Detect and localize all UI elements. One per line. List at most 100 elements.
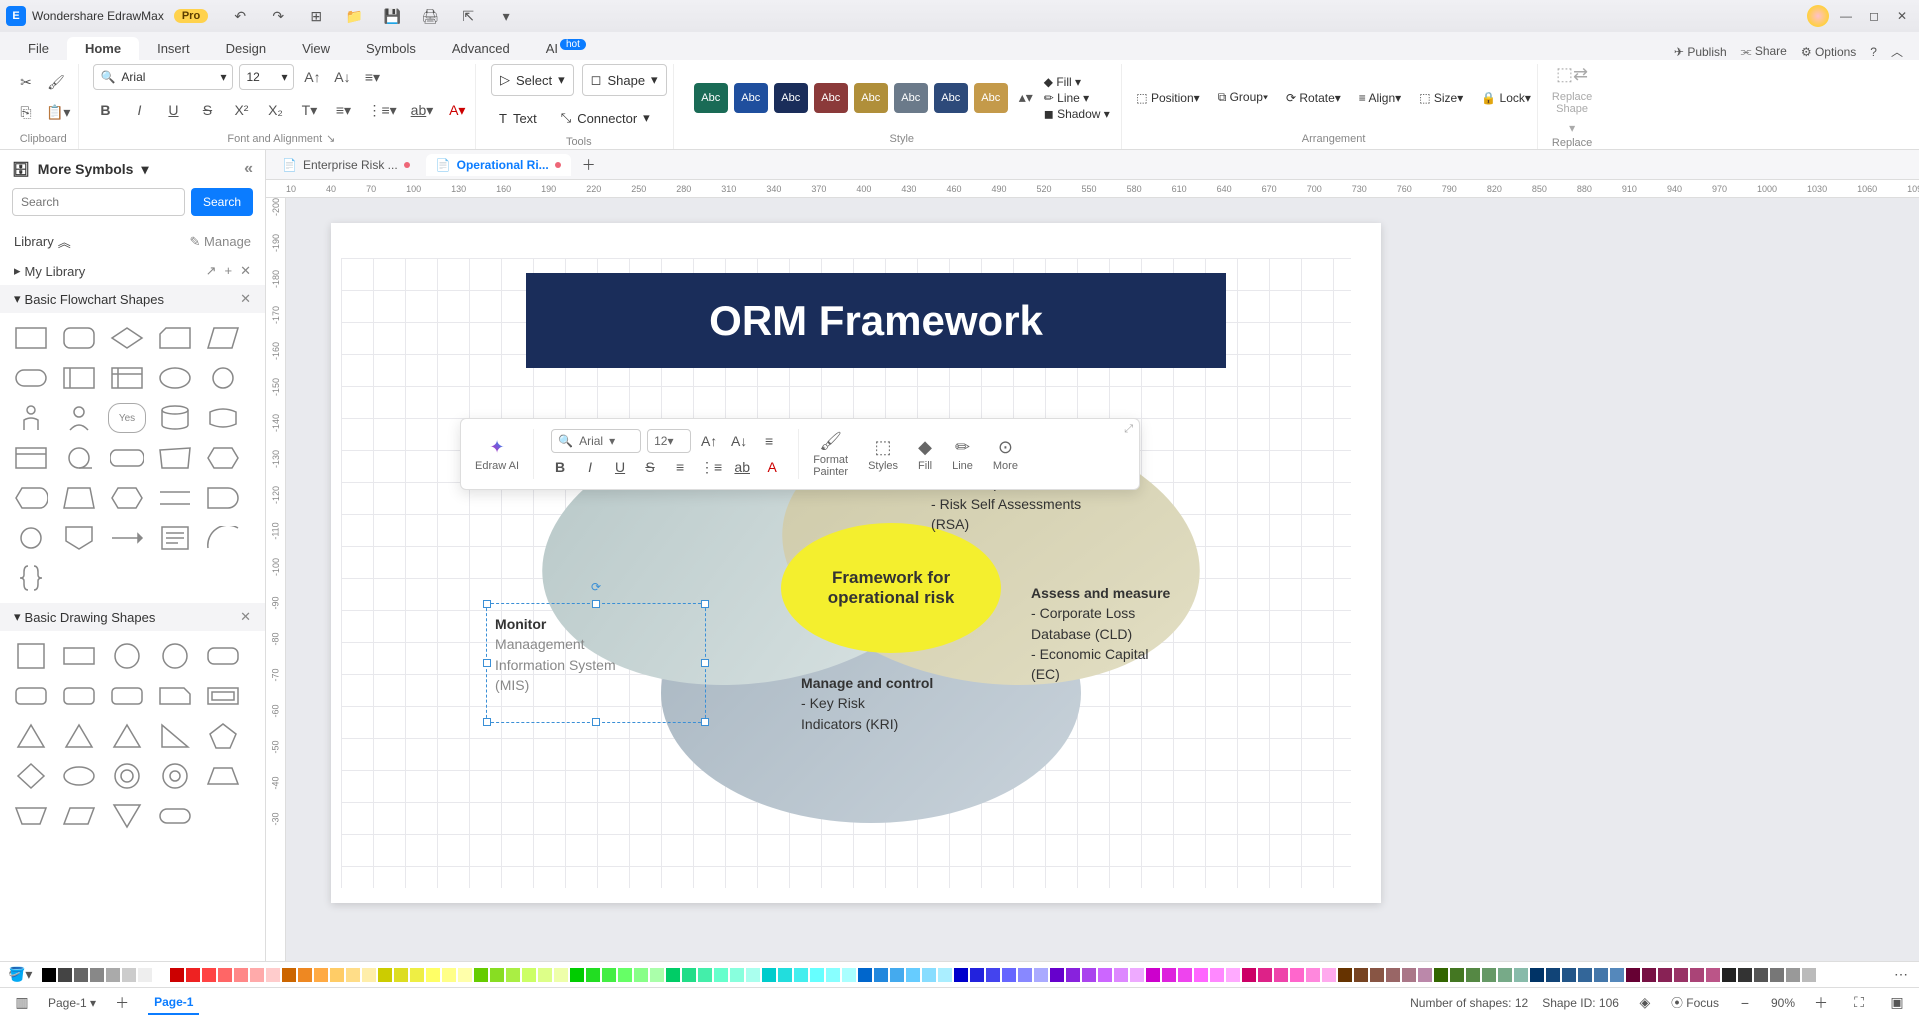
color-swatch[interactable]: [458, 968, 472, 982]
ft-edraw-ai[interactable]: ✦ Edraw AI: [469, 437, 525, 472]
color-swatch[interactable]: [938, 968, 952, 982]
dshape-circle[interactable]: [108, 641, 146, 671]
shape-user[interactable]: [60, 403, 98, 433]
connector-tool[interactable]: ⤡ Connector ▾: [553, 102, 658, 134]
publish-button[interactable]: ✈ Publish: [1674, 45, 1727, 59]
color-swatch[interactable]: [602, 968, 616, 982]
color-swatch[interactable]: [1402, 968, 1416, 982]
replace-more-icon[interactable]: ▾: [1569, 121, 1575, 135]
ft-spacing-icon[interactable]: ≡: [668, 455, 692, 479]
style-swatch-7[interactable]: Abc: [934, 83, 968, 113]
color-swatch[interactable]: [1146, 968, 1160, 982]
format-brush-icon[interactable]: 🖌: [44, 71, 68, 95]
color-swatch[interactable]: [154, 968, 168, 982]
layers-icon[interactable]: ◈: [1633, 991, 1657, 1015]
fill-button[interactable]: ◆ Fill ▾: [1044, 75, 1110, 89]
dshape-tri[interactable]: [12, 721, 50, 751]
color-swatch[interactable]: [1754, 968, 1768, 982]
color-swatch[interactable]: [298, 968, 312, 982]
color-swatch[interactable]: [986, 968, 1000, 982]
italic-icon[interactable]: I: [127, 98, 151, 122]
ft-format-painter[interactable]: 🖌Format Painter: [807, 431, 854, 478]
style-swatch-2[interactable]: Abc: [734, 83, 768, 113]
dshape-tri3[interactable]: [108, 721, 146, 751]
ft-color-icon[interactable]: A: [760, 455, 784, 479]
tab-ai[interactable]: AIhot: [528, 37, 604, 60]
shape-cylinder[interactable]: [156, 403, 194, 433]
color-swatch[interactable]: [1674, 968, 1688, 982]
section-close-icon[interactable]: ✕: [240, 291, 251, 307]
ft-more[interactable]: ⊙More: [987, 437, 1024, 472]
dshape-roundrect4[interactable]: [108, 681, 146, 711]
lib-add-icon[interactable]: +: [225, 263, 233, 279]
color-swatch[interactable]: [1450, 968, 1464, 982]
diagram-title[interactable]: ORM Framework: [526, 273, 1226, 368]
ft-styles[interactable]: ⬚Styles: [862, 437, 904, 472]
tab-design[interactable]: Design: [208, 37, 284, 60]
dshape-rtri[interactable]: [156, 721, 194, 751]
section2-close-icon[interactable]: ✕: [240, 609, 251, 625]
paste-icon[interactable]: 📋▾: [44, 101, 72, 125]
color-swatch[interactable]: [106, 968, 120, 982]
color-swatch[interactable]: [282, 968, 296, 982]
line-spacing-icon[interactable]: ≡▾: [331, 98, 355, 122]
canvas[interactable]: ORM Framework Framework for operational …: [286, 198, 1919, 961]
resize-handle[interactable]: [483, 718, 491, 726]
library-row[interactable]: Library ︽ ✎ Manage: [0, 226, 265, 257]
shape-prep[interactable]: [204, 443, 242, 473]
color-swatch[interactable]: [1178, 968, 1192, 982]
shape-stored[interactable]: [60, 363, 98, 393]
shape-offpage[interactable]: [60, 523, 98, 553]
style-swatch-8[interactable]: Abc: [974, 83, 1008, 113]
style-scroll-icon[interactable]: ▴▾: [1014, 86, 1038, 110]
options-button[interactable]: ⚙ Options: [1801, 45, 1856, 59]
color-swatch[interactable]: [778, 968, 792, 982]
color-swatch[interactable]: [666, 968, 680, 982]
dshape-roundrect3[interactable]: [60, 681, 98, 711]
color-swatch[interactable]: [954, 968, 968, 982]
tab-advanced[interactable]: Advanced: [434, 37, 528, 60]
style-swatch-5[interactable]: Abc: [854, 83, 888, 113]
color-swatch[interactable]: [538, 968, 552, 982]
share-button[interactable]: ⫘ Share: [1741, 44, 1787, 59]
color-swatch[interactable]: [1594, 968, 1608, 982]
doc-tab-1[interactable]: 📄 Enterprise Risk ...: [272, 154, 420, 176]
resize-handle[interactable]: [483, 659, 491, 667]
color-swatch[interactable]: [1354, 968, 1368, 982]
open-icon[interactable]: 📁: [342, 4, 366, 28]
cut-icon[interactable]: ✂: [14, 71, 38, 95]
color-swatch[interactable]: [1706, 968, 1720, 982]
font-family-select[interactable]: 🔍 Arial▾: [93, 64, 233, 90]
position-button[interactable]: ⬚ Position▾: [1136, 91, 1199, 105]
color-swatch[interactable]: [1018, 968, 1032, 982]
shape-arrow[interactable]: [108, 523, 146, 553]
grow-font-icon[interactable]: A↑: [300, 65, 324, 89]
shape-hex2[interactable]: [108, 483, 146, 513]
color-swatch[interactable]: [1290, 968, 1304, 982]
color-swatch[interactable]: [650, 968, 664, 982]
color-swatch[interactable]: [1770, 968, 1784, 982]
color-swatch[interactable]: [1722, 968, 1736, 982]
page-tab[interactable]: Page-1: [148, 991, 199, 1015]
shape-roundrect[interactable]: [60, 323, 98, 353]
rotate-handle-icon[interactable]: ⟳: [591, 580, 601, 594]
color-swatch[interactable]: [250, 968, 264, 982]
color-swatch[interactable]: [1578, 968, 1592, 982]
dshape-diamond[interactable]: [12, 761, 50, 791]
shape-note[interactable]: [156, 523, 194, 553]
doc-tab-2[interactable]: 📄 Operational Ri...: [426, 154, 571, 176]
color-swatch[interactable]: [1242, 968, 1256, 982]
dshape-pent[interactable]: [204, 721, 242, 751]
text-case-icon[interactable]: T▾: [297, 98, 321, 122]
color-swatch[interactable]: [1690, 968, 1704, 982]
color-swatch[interactable]: [746, 968, 760, 982]
color-swatch[interactable]: [570, 968, 584, 982]
shape-connector[interactable]: [12, 523, 50, 553]
zoom-in-icon[interactable]: ＋: [1809, 991, 1833, 1015]
color-swatch[interactable]: [218, 968, 232, 982]
selected-textbox[interactable]: ⟳ Monitor Manaagement Information System…: [486, 603, 706, 723]
text-monitor[interactable]: Monitor Manaagement Information System (…: [495, 614, 616, 695]
font-color-icon[interactable]: A▾: [445, 98, 469, 122]
strike-icon[interactable]: S: [195, 98, 219, 122]
color-swatch[interactable]: [810, 968, 824, 982]
